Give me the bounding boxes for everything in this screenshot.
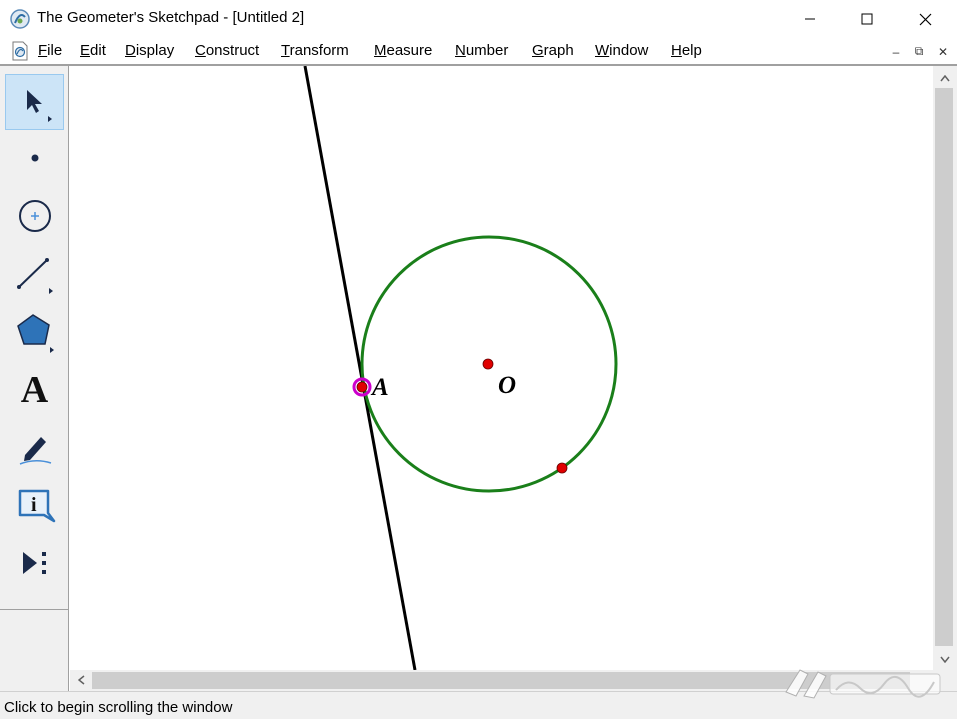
close-icon [919, 13, 931, 25]
menu-display[interactable]: Display [125, 42, 174, 59]
point-A[interactable] [356, 381, 368, 393]
scroll-up-arrow[interactable] [935, 68, 955, 88]
menu-bar: File Edit Display Construct Transform Me… [0, 38, 957, 64]
status-text: Click to begin scrolling the window [4, 699, 233, 716]
menu-graph[interactable]: Graph [532, 42, 574, 59]
line-segment-icon [16, 258, 53, 294]
close-button[interactable] [896, 0, 954, 38]
chevron-left-icon [77, 675, 84, 685]
maximize-button[interactable] [838, 0, 896, 38]
point-on-circle[interactable] [556, 462, 568, 474]
text-A-icon: A [20, 369, 49, 411]
text-tool[interactable]: A [5, 362, 64, 418]
menu-window[interactable]: Window [595, 42, 648, 59]
info-icon: i [18, 489, 55, 523]
close-icon: ✕ [937, 44, 949, 59]
restore-icon: ⧉ [914, 44, 924, 58]
custom-tool-icon [22, 552, 46, 574]
label-O[interactable]: O [498, 372, 516, 400]
menu-help[interactable]: Help [671, 42, 702, 59]
point-tool[interactable] [5, 130, 64, 186]
tangent-line[interactable] [303, 66, 417, 670]
menu-edit[interactable]: Edit [80, 42, 106, 59]
straightedge-tool[interactable] [5, 246, 64, 302]
vertical-scrollbar[interactable] [933, 66, 957, 670]
svg-text:i: i [31, 494, 37, 516]
marker-pen-icon [19, 437, 51, 465]
point-icon [31, 154, 38, 162]
document-close-button[interactable]: ✕ [934, 43, 952, 60]
minimize-icon: ‒ [892, 44, 900, 59]
vertical-scroll-thumb[interactable] [935, 88, 953, 646]
menu-transform[interactable]: Transform [281, 42, 349, 59]
maximize-icon [861, 13, 873, 25]
label-A[interactable]: A [372, 374, 389, 402]
menu-file[interactable]: File [38, 42, 62, 59]
polygon-tool[interactable] [5, 304, 64, 360]
arrow-tool[interactable] [5, 74, 64, 130]
sketch-canvas[interactable]: A O [70, 66, 933, 670]
custom-tool[interactable] [5, 536, 64, 592]
scroll-left-arrow[interactable] [71, 670, 91, 690]
menu-construct[interactable]: Construct [195, 42, 259, 59]
document-minimize-button[interactable]: ‒ [887, 43, 905, 60]
document-restore-button[interactable]: ⧉ [910, 43, 928, 60]
compass-tool[interactable] [5, 188, 64, 244]
information-tool[interactable]: i [5, 478, 64, 534]
toolbox-separator [0, 609, 68, 610]
title-bar: The Geometer's Sketchpad - [Untitled 2] [0, 0, 957, 38]
arrow-select-icon [26, 90, 52, 122]
sketchpad-app-icon [10, 9, 30, 29]
menu-measure[interactable]: Measure [374, 42, 432, 59]
chevron-up-icon [940, 74, 950, 81]
document-icon[interactable] [11, 41, 29, 61]
menu-number[interactable]: Number [455, 42, 508, 59]
minimize-button[interactable] [781, 0, 839, 38]
window-title: The Geometer's Sketchpad - [Untitled 2] [37, 9, 305, 26]
toolbox: A i [0, 66, 69, 691]
watermark-logo [785, 669, 941, 699]
polygon-icon [16, 314, 54, 353]
center-point-O[interactable] [482, 358, 494, 370]
marker-tool[interactable] [5, 420, 64, 476]
circle-compass-icon [18, 200, 51, 232]
minimize-icon [805, 18, 815, 20]
sketch-drawing [303, 66, 618, 670]
